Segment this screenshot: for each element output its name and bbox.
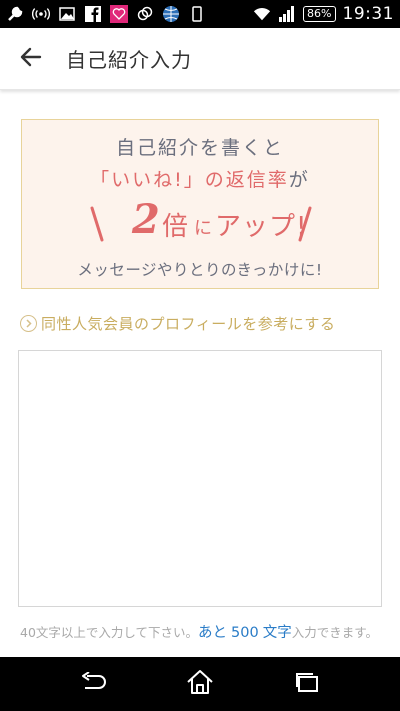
hint-prefix: 40文字以上で入力して下さい。 [20, 625, 199, 640]
self-introduction-textarea[interactable] [18, 350, 382, 607]
home-icon [185, 669, 215, 699]
status-left-icons [6, 5, 206, 23]
banner-multiplier: 2 [132, 196, 160, 243]
recents-icon [294, 671, 320, 697]
hint-remaining-count: 500 [231, 625, 259, 641]
banner-line3: 2 倍 に アップ! [22, 196, 378, 250]
page-title: 自己紹介入力 [66, 48, 192, 72]
slash-left-icon [90, 206, 104, 246]
reference-link-label: 同性人気会員のプロフィールを参考にする [41, 315, 336, 333]
navigation-bar [0, 657, 400, 711]
chevron-right-circle-icon [20, 315, 37, 332]
back-arrow-icon [79, 671, 107, 696]
signal-icon [278, 5, 296, 23]
wifi-icon [253, 5, 271, 23]
character-count-hint: 40文字以上で入力して下さい。あと 500 文字入力できます。 [20, 622, 380, 644]
globe-icon [162, 5, 180, 23]
facebook-icon [84, 5, 102, 23]
hint-remaining-unit: 文字 [262, 625, 292, 641]
banner-line2: 「いいね!」の返信率が [22, 165, 378, 192]
status-bar: 86% 19:31 [0, 0, 400, 28]
hint-suffix: 入力できます。 [291, 625, 378, 640]
app-badge-icon [110, 5, 128, 23]
wrench-icon [6, 5, 24, 23]
nav-home-button[interactable] [170, 657, 230, 711]
phone-icon [188, 5, 206, 23]
banner-ni: に [194, 218, 212, 239]
radio-waves-icon [32, 5, 50, 23]
back-button[interactable] [0, 28, 62, 90]
status-clock: 19:31 [342, 4, 394, 24]
banner-line4: メッセージやりとりのきっかけに! [77, 261, 323, 279]
link-icon [136, 5, 154, 23]
hint-remaining-label: あと [198, 625, 228, 641]
arrow-left-icon [20, 47, 42, 71]
banner-line2-suffix: が [288, 169, 310, 191]
banner-up: アップ! [215, 212, 308, 242]
battery-indicator: 86% [303, 6, 336, 22]
app-bar: 自己紹介入力 [0, 28, 400, 90]
promo-banner: 自己紹介を書くと 「いいね!」の返信率が 2 倍 に アップ! メッセージやりと… [21, 119, 379, 289]
reference-profiles-link[interactable]: 同性人気会員のプロフィールを参考にする [20, 313, 335, 334]
banner-line1: 自己紹介を書くと [115, 137, 284, 159]
slash-right-icon [298, 206, 312, 246]
status-right-icons: 86% 19:31 [253, 4, 394, 24]
banner-line2-main: 「いいね!」の返信率 [90, 169, 289, 191]
nav-back-button[interactable] [63, 657, 123, 711]
image-icon [58, 5, 76, 23]
banner-bai: 倍 [162, 212, 189, 242]
nav-recents-button[interactable] [277, 657, 337, 711]
